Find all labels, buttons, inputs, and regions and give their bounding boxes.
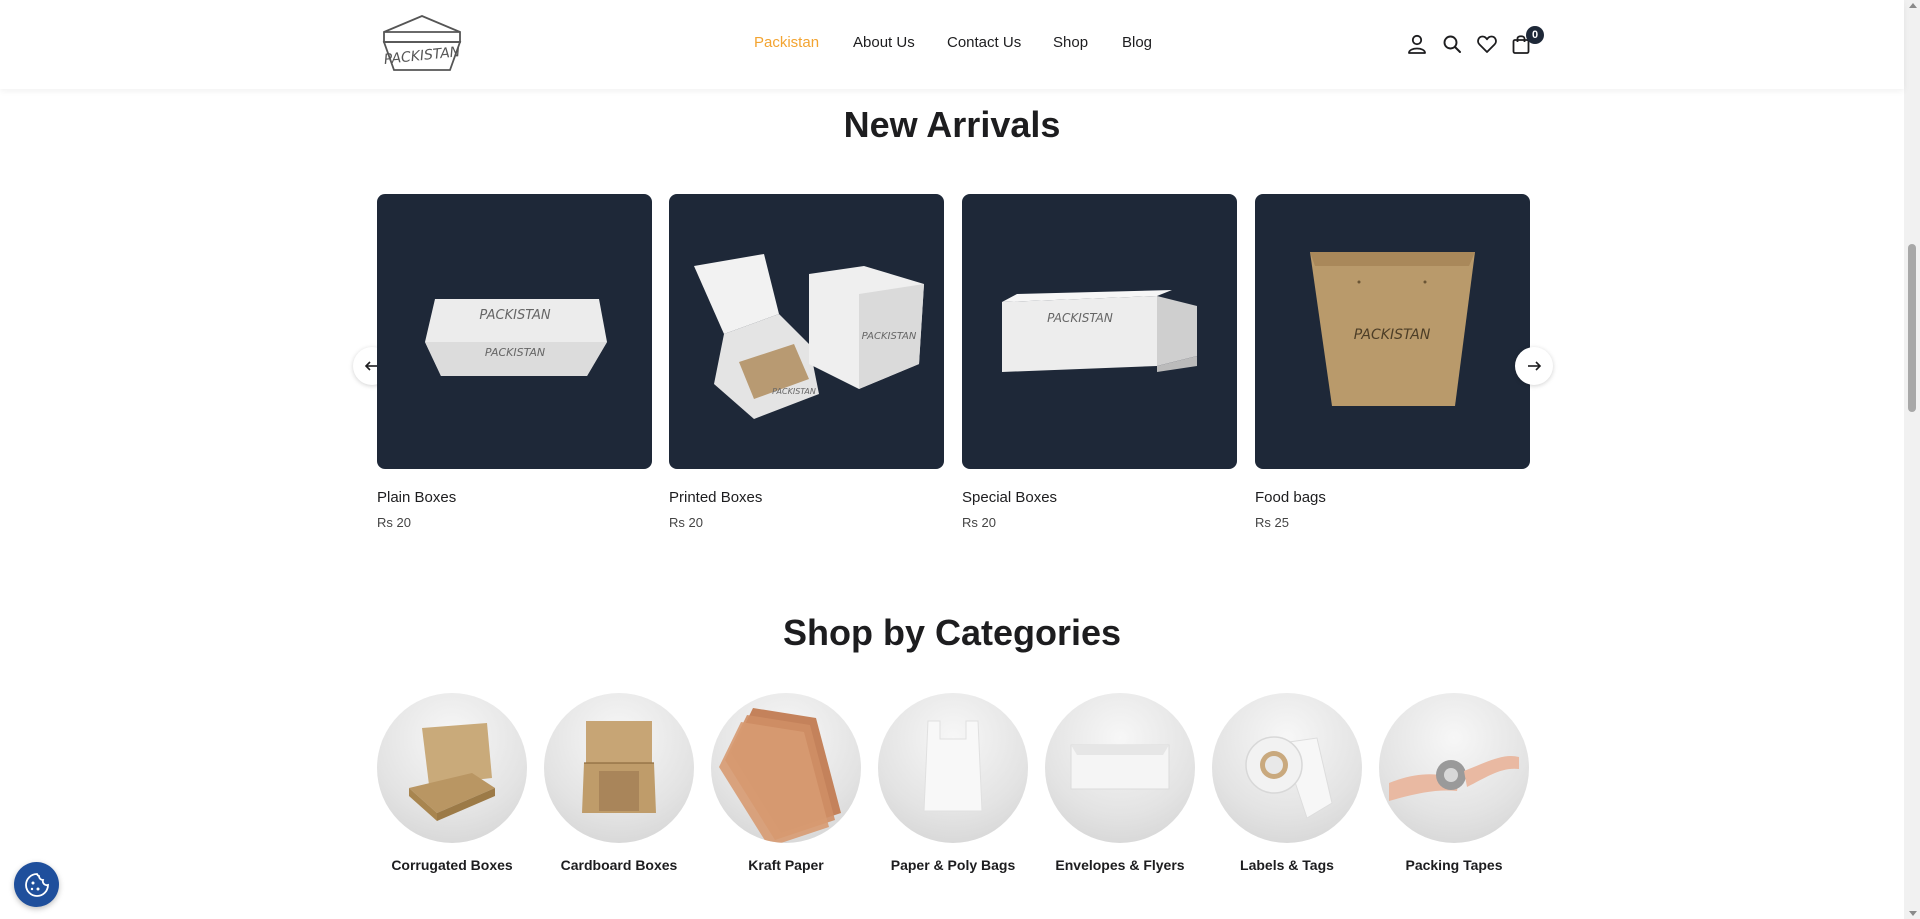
- product-image-food-bags[interactable]: PACKISTAN: [1255, 194, 1530, 469]
- product-price: Rs 20: [962, 515, 996, 530]
- category-label[interactable]: Packing Tapes: [1379, 857, 1529, 873]
- category-image-packing-tapes[interactable]: [1379, 693, 1529, 843]
- nav-item-packistan[interactable]: Packistan: [754, 34, 819, 51]
- product-name[interactable]: Food bags: [1255, 489, 1530, 509]
- search-icon[interactable]: [1441, 33, 1463, 55]
- category-label[interactable]: Paper & Poly Bags: [878, 857, 1028, 873]
- category-label[interactable]: Kraft Paper: [711, 857, 861, 873]
- category-image-labels-tags[interactable]: [1212, 693, 1362, 843]
- product-card[interactable]: PACKISTAN Special Boxes Rs 20: [962, 194, 1237, 530]
- cookie-settings-button[interactable]: [14, 862, 59, 907]
- category-image-envelopes-flyers[interactable]: [1045, 693, 1195, 843]
- category-item[interactable]: Kraft Paper: [711, 693, 861, 873]
- product-name[interactable]: Printed Boxes: [669, 489, 944, 509]
- arrow-right-icon: [1528, 361, 1542, 371]
- scroll-thumb[interactable]: [1908, 244, 1916, 412]
- category-label[interactable]: Envelopes & Flyers: [1045, 857, 1195, 873]
- categories-title: Shop by Categories: [782, 612, 1122, 653]
- category-item[interactable]: Paper & Poly Bags: [878, 693, 1028, 873]
- user-icon[interactable]: [1406, 33, 1428, 55]
- product-price: Rs 25: [1255, 515, 1289, 530]
- category-image-kraft-paper[interactable]: [711, 693, 861, 843]
- heart-icon[interactable]: [1476, 33, 1498, 55]
- product-name[interactable]: Special Boxes: [962, 489, 1237, 509]
- nav-item-contact-us[interactable]: Contact Us: [947, 34, 1021, 51]
- category-item[interactable]: Cardboard Boxes: [544, 693, 694, 873]
- category-label[interactable]: Cardboard Boxes: [544, 857, 694, 873]
- category-image-cardboard-boxes[interactable]: [544, 693, 694, 843]
- svg-text:PACKISTAN: PACKISTAN: [485, 346, 545, 359]
- product-image-special-boxes[interactable]: PACKISTAN: [962, 194, 1237, 469]
- new-arrivals-title: New Arrivals: [843, 104, 1061, 145]
- svg-text:PACKISTAN: PACKISTAN: [1354, 327, 1431, 343]
- cookie-icon: [24, 872, 49, 897]
- cart-count-badge: 0: [1526, 26, 1544, 44]
- nav-item-blog[interactable]: Blog: [1122, 34, 1152, 51]
- product-price: Rs 20: [669, 515, 703, 530]
- product-image-printed-boxes[interactable]: PACKISTAN PACKISTAN: [669, 194, 944, 469]
- category-item[interactable]: Packing Tapes: [1379, 693, 1529, 873]
- category-label[interactable]: Corrugated Boxes: [377, 857, 527, 873]
- category-item[interactable]: Labels & Tags: [1212, 693, 1362, 873]
- product-card[interactable]: PACKISTAN PACKISTAN Plain Boxes Rs 20: [377, 194, 652, 530]
- category-label[interactable]: Labels & Tags: [1212, 857, 1362, 873]
- product-name[interactable]: Plain Boxes: [377, 489, 652, 509]
- category-item[interactable]: Envelopes & Flyers: [1045, 693, 1195, 873]
- main-nav: Packistan About Us Contact Us Shop Blog: [0, 34, 1904, 58]
- svg-text:PACKISTAN: PACKISTAN: [862, 331, 917, 342]
- product-price: Rs 20: [377, 515, 411, 530]
- scroll-up-arrow[interactable]: [1909, 3, 1917, 8]
- site-header: PACKISTAN Packistan About Us Contact Us …: [0, 0, 1904, 89]
- page-scrollbar[interactable]: [1904, 0, 1920, 919]
- svg-text:PACKISTAN: PACKISTAN: [1047, 311, 1113, 325]
- category-image-paper-poly-bags[interactable]: [878, 693, 1028, 843]
- svg-text:PACKISTAN: PACKISTAN: [479, 308, 550, 323]
- product-card[interactable]: PACKISTAN Food bags Rs 25: [1255, 194, 1530, 530]
- nav-item-shop[interactable]: Shop: [1053, 34, 1088, 51]
- nav-item-about-us[interactable]: About Us: [853, 34, 915, 51]
- svg-text:PACKISTAN: PACKISTAN: [772, 387, 816, 396]
- scroll-down-arrow[interactable]: [1909, 911, 1917, 916]
- category-item[interactable]: Corrugated Boxes: [377, 693, 527, 873]
- product-card[interactable]: PACKISTAN PACKISTAN Printed Boxes Rs 20: [669, 194, 944, 530]
- carousel-next-button[interactable]: [1515, 347, 1553, 385]
- category-image-corrugated-boxes[interactable]: [377, 693, 527, 843]
- product-image-plain-boxes[interactable]: PACKISTAN PACKISTAN: [377, 194, 652, 469]
